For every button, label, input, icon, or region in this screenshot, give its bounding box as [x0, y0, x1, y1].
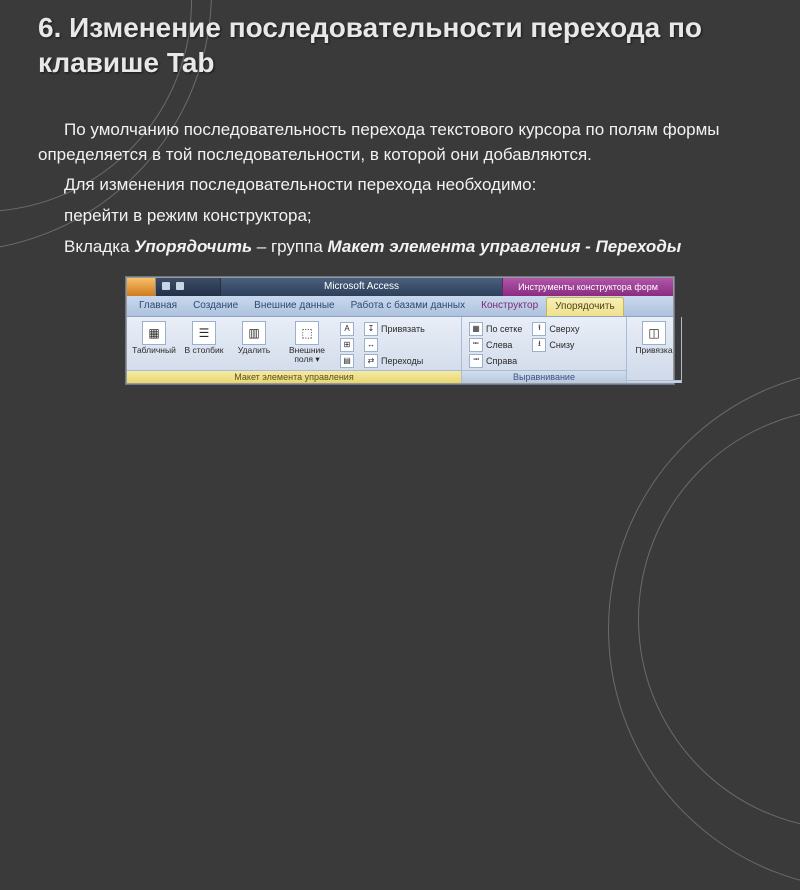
- align-grid-button[interactable]: ▦По сетке: [466, 321, 525, 336]
- group-alignment: ▦По сетке ⭰Слева ⭲Справа ⭱Сверху ⭳Снизу …: [462, 317, 627, 383]
- layout-small-button[interactable]: ▤: [337, 353, 357, 368]
- grid-small-button[interactable]: ⊞: [337, 337, 357, 352]
- misc-button[interactable]: ↔: [361, 337, 428, 352]
- stacked-icon: ☰: [192, 321, 216, 345]
- layout-small-icon: ▤: [340, 354, 354, 368]
- right-icon: ⭲: [469, 354, 483, 368]
- left-icon: ⭰: [469, 338, 483, 352]
- anchor-icon: ↧: [364, 322, 378, 336]
- group-layout-label: Макет элемента управления: [127, 370, 461, 383]
- margins-button[interactable]: ⬚ Внешние поля ▾: [281, 319, 333, 364]
- a-icon: A: [340, 322, 354, 336]
- anchoring-icon: ◫: [642, 321, 666, 345]
- grid-icon: ▦: [469, 322, 483, 336]
- tab-external-data[interactable]: Внешние данные: [246, 296, 342, 316]
- stacked-button[interactable]: ☰ В столбик: [181, 319, 227, 355]
- paragraph-2: Для изменения последовательности переход…: [38, 173, 762, 198]
- tab-create[interactable]: Создание: [185, 296, 246, 316]
- anchor-button[interactable]: ↧Привязать: [361, 321, 428, 336]
- bottom-icon: ⭳: [532, 338, 546, 352]
- tabular-button[interactable]: ▦ Табличный: [131, 319, 177, 355]
- align-top-button[interactable]: ⭱Сверху: [529, 321, 582, 336]
- margins-icon: ⬚: [295, 321, 319, 345]
- remove-icon: ▥: [242, 321, 266, 345]
- group-align-label: Выравнивание: [462, 370, 626, 383]
- paragraph-3: перейти в режим конструктора;: [38, 204, 762, 229]
- contextual-tab-title: Инструменты конструктора форм: [502, 278, 673, 296]
- align-left-button[interactable]: ⭰Слева: [466, 337, 525, 352]
- grid-small-icon: ⊞: [340, 338, 354, 352]
- align-bottom-button[interactable]: ⭳Снизу: [529, 337, 582, 352]
- title-bar: Microsoft Access Инструменты конструктор…: [127, 278, 673, 296]
- tab-database-tools[interactable]: Работа с базами данных: [343, 296, 474, 316]
- align-right-button[interactable]: ⭲Справа: [466, 353, 525, 368]
- group-anchoring: ◫ Привязка: [627, 317, 682, 383]
- tab-arrange[interactable]: Упорядочить: [546, 297, 624, 316]
- tab-order-button[interactable]: ⇄Переходы: [361, 353, 428, 368]
- group-anchor-label: [627, 380, 681, 383]
- tab-order-icon: ⇄: [364, 354, 378, 368]
- ribbon-tabs: Главная Создание Внешние данные Работа с…: [127, 296, 673, 317]
- misc-icon: ↔: [364, 338, 378, 352]
- tab-home[interactable]: Главная: [131, 296, 185, 316]
- quick-access-toolbar[interactable]: [156, 278, 221, 296]
- a-button[interactable]: A: [337, 321, 357, 336]
- top-icon: ⭱: [532, 322, 546, 336]
- app-title: Microsoft Access: [221, 278, 502, 296]
- anchoring-button[interactable]: ◫ Привязка: [631, 319, 677, 355]
- remove-button[interactable]: ▥ Удалить: [231, 319, 277, 355]
- ribbon-screenshot: Microsoft Access Инструменты конструктор…: [126, 277, 674, 384]
- group-control-layout: ▦ Табличный ☰ В столбик ▥ Удалить ⬚ Внеш…: [127, 317, 462, 383]
- paragraph-4: Вкладка Упорядочить – группа Макет элеме…: [38, 235, 762, 260]
- tab-design[interactable]: Конструктор: [473, 296, 546, 316]
- tabular-icon: ▦: [142, 321, 166, 345]
- office-button-icon[interactable]: [127, 278, 156, 296]
